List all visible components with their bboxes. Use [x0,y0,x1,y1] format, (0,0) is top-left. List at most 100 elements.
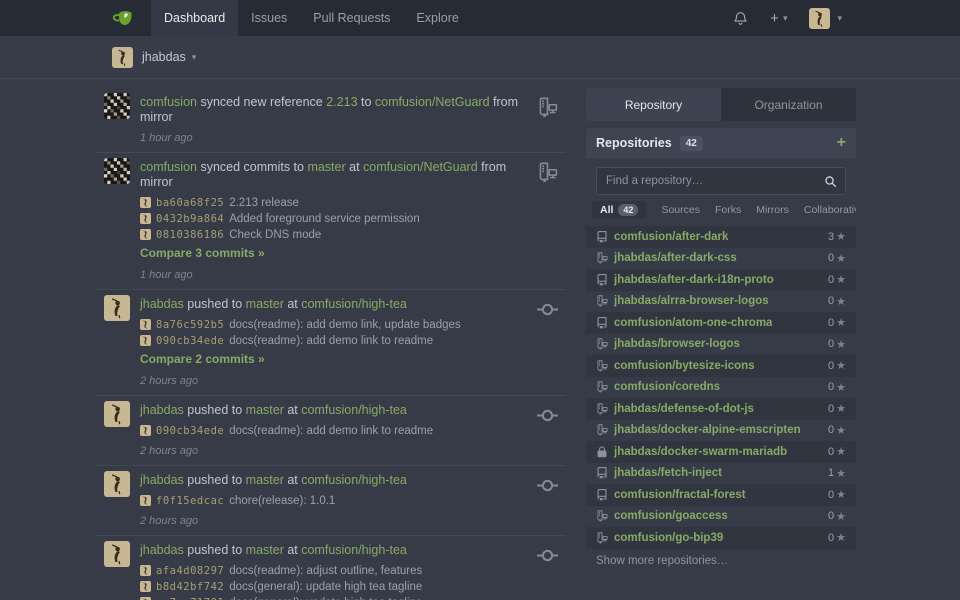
compare-link[interactable]: Compare 2 commits » [140,352,265,366]
add-repository-button[interactable]: + [837,135,846,151]
commit-sha-link[interactable]: b8d42bf742 [156,581,224,593]
feed-link[interactable]: jhabdas [140,297,184,311]
create-new-menu[interactable]: + ▾ [770,10,787,27]
feed-body: jhabdas pushed to master at comfusion/hi… [140,401,528,457]
feed-link[interactable]: master [307,160,345,174]
commit-line: 090cb34ededocs(readme): add demo link to… [140,333,528,348]
nav-item-dashboard[interactable]: Dashboard [151,0,238,36]
feed-link[interactable]: comfusion/high-tea [301,473,407,487]
compare-link[interactable]: Compare 3 commits » [140,246,265,260]
fork-mirror-icon [596,338,608,350]
filter-sources[interactable]: Sources [661,204,700,216]
repo-list-item[interactable]: jhabdas/after-dark-i18n-proto 0 ★ [586,269,856,291]
filter-collaborative[interactable]: Collaborative [804,204,856,216]
nav-item-issues[interactable]: Issues [238,0,300,36]
actor-avatar[interactable] [104,541,130,567]
avatar [112,47,133,68]
repo-list-item[interactable]: jhabdas/docker-alpine-emscripten 0 ★ [586,420,856,442]
commit-line: ca7aa71781docs(general): update high tea… [140,595,528,600]
commit-sha-link[interactable]: 0432b9a864 [156,213,224,225]
tab-repository[interactable]: Repository [586,88,721,121]
show-more-repositories-link[interactable]: Show more repositories… [586,549,856,575]
user-menu[interactable]: ▾ [809,8,842,29]
tab-organization[interactable]: Organization [721,88,856,121]
search-icon[interactable] [824,175,837,188]
feed-link[interactable]: jhabdas [140,403,184,417]
commit-sha-link[interactable]: ca7aa71781 [156,597,224,600]
commit-sha-link[interactable]: ba60a68f25 [156,197,224,209]
repo-icon [596,274,608,286]
repo-stars: 0 ★ [828,252,846,265]
repo-list-item[interactable]: jhabdas/defense-of-dot-js 0 ★ [586,398,856,420]
repo-name: jhabdas/fetch-inject [614,467,722,479]
feed-link[interactable]: jhabdas [140,473,184,487]
feed-link[interactable]: comfusion [140,95,197,109]
feed-link[interactable]: comfusion/high-tea [301,297,407,311]
sidebar: Repository Organization Repositories 42 … [586,88,856,600]
nav-item-pull-requests[interactable]: Pull Requests [300,0,403,36]
repo-icon [596,231,608,243]
actor-avatar[interactable] [104,93,130,119]
notifications-bell-icon[interactable] [733,11,748,26]
repo-list-item[interactable]: jhabdas/after-dark-css 0 ★ [586,248,856,270]
top-navbar: Dashboard Issues Pull Requests Explore +… [0,0,960,36]
repo-search-input[interactable] [596,167,846,195]
feed-link[interactable]: master [246,543,284,557]
filter-forks[interactable]: Forks [715,204,741,216]
feed-link[interactable]: comfusion/NetGuard [363,160,478,174]
feed-link[interactable]: comfusion/high-tea [301,403,407,417]
star-icon: ★ [836,467,846,480]
star-icon: ★ [836,338,846,351]
feed-link[interactable]: jhabdas [140,543,184,557]
feed-text: pushed to [184,473,246,487]
feed-text: at [284,297,301,311]
repo-stars: 0 ★ [828,273,846,286]
commit-sha-link[interactable]: 090cb34ede [156,425,224,437]
repo-list-item[interactable]: comfusion/fractal-forest 0 ★ [586,484,856,506]
repo-list-item[interactable]: comfusion/bytesize-icons 0 ★ [586,355,856,377]
repo-list-item[interactable]: comfusion/goaccess 0 ★ [586,506,856,528]
filter-mirrors[interactable]: Mirrors [756,204,789,216]
commit-list: f0f15edcacchore(release): 1.0.1 [140,493,528,508]
fork-mirror-icon [596,295,608,307]
repo-list-item[interactable]: comfusion/go-bip39 0 ★ [586,527,856,549]
repo-list-item[interactable]: jhabdas/docker-swarm-mariadb 0 ★ [586,441,856,463]
repo-list-item[interactable]: comfusion/after-dark 3 ★ [586,226,856,248]
star-icon: ★ [836,424,846,437]
feed-link[interactable]: comfusion/NetGuard [375,95,490,109]
avatar [809,8,830,29]
feed-link[interactable]: 2.213 [326,95,357,109]
commit-sha-link[interactable]: afa4d08297 [156,565,224,577]
star-icon: ★ [836,359,846,372]
feed-link[interactable]: master [246,473,284,487]
feed-item: jhabdas pushed to master at comfusion/hi… [96,396,566,466]
actor-avatar[interactable] [104,401,130,427]
commit-list: ba60a68f252.213 release0432b9a864Added f… [140,195,528,242]
actor-avatar[interactable] [104,471,130,497]
repo-list-item[interactable]: comfusion/atom-one-chroma 0 ★ [586,312,856,334]
nav-item-explore[interactable]: Explore [403,0,471,36]
context-user-switcher[interactable]: jhabdas ▾ [142,50,196,64]
repo-list-item[interactable]: jhabdas/alrra-browser-logos 0 ★ [586,291,856,313]
repo-list-item[interactable]: jhabdas/fetch-inject 1 ★ [586,463,856,485]
commit-sha-link[interactable]: 090cb34ede [156,335,224,347]
chevron-down-icon: ▾ [783,13,788,24]
repo-list-item[interactable]: comfusion/coredns 0 ★ [586,377,856,399]
commit-message: docs(readme): add demo link to readme [229,425,433,437]
feed-item: comfusion synced new reference 2.213 to … [96,88,566,153]
feed-link[interactable]: comfusion/high-tea [301,543,407,557]
commit-sha-link[interactable]: 0810386186 [156,229,224,241]
feed-link[interactable]: comfusion [140,160,197,174]
feed-link[interactable]: master [246,403,284,417]
gitea-logo[interactable] [112,7,135,30]
filter-all[interactable]: All 42 [592,201,646,219]
actor-avatar[interactable] [104,295,130,321]
commit-icon [537,405,558,426]
commit-sha-link[interactable]: f0f15edcac [156,495,224,507]
feed-link[interactable]: master [246,297,284,311]
commit-message: Check DNS mode [229,229,321,241]
commit-sha-link[interactable]: 8a76c592b5 [156,319,224,331]
repo-stars: 1 ★ [828,467,846,480]
actor-avatar[interactable] [104,158,130,184]
repo-list-item[interactable]: jhabdas/browser-logos 0 ★ [586,334,856,356]
